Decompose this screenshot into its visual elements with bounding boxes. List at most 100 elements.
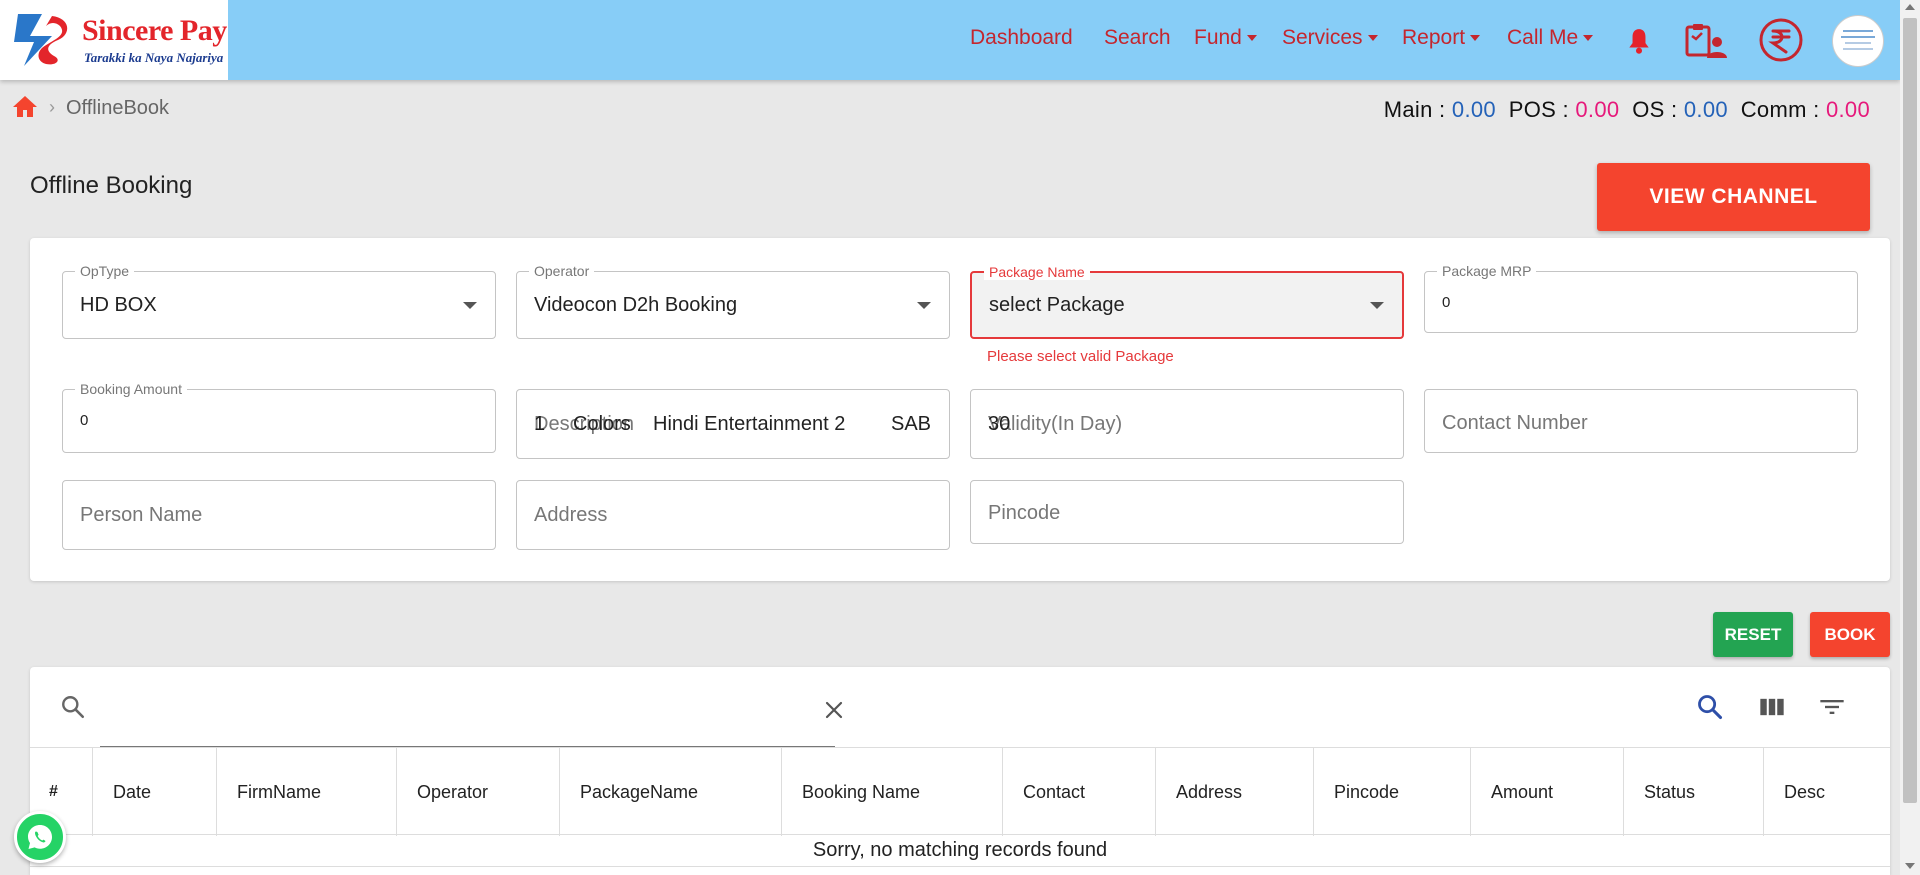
top-navbar: Sincere Pay Tarakki ka Naya Najariya Das… bbox=[0, 0, 1900, 80]
contact-number-field[interactable]: Contact Number bbox=[1424, 389, 1858, 453]
chevron-down-icon bbox=[1246, 35, 1257, 42]
breadcrumb-separator: › bbox=[49, 97, 55, 117]
whatsapp-icon bbox=[28, 825, 52, 849]
close-icon[interactable] bbox=[822, 698, 846, 722]
package-name-label: Package Name bbox=[984, 264, 1090, 280]
view-columns-icon[interactable] bbox=[1758, 693, 1786, 721]
booking-amount-value: 0 bbox=[80, 412, 89, 429]
nav-services[interactable]: Services bbox=[1282, 26, 1378, 50]
contact-number-placeholder: Contact Number bbox=[1442, 412, 1588, 434]
package-mrp-value: 0 bbox=[1442, 294, 1451, 311]
home-icon[interactable] bbox=[12, 94, 38, 118]
pos-balance-label: POS : bbox=[1508, 97, 1569, 122]
nav-fund-label: Fund bbox=[1194, 26, 1242, 49]
os-balance-value: 0.00 bbox=[1683, 97, 1728, 122]
optype-label: OpType bbox=[75, 263, 135, 279]
column-header-amount[interactable]: Amount bbox=[1471, 748, 1624, 836]
chevron-down-icon bbox=[1470, 35, 1481, 42]
booking-form-card: OpType HD BOX Operator Videocon D2h Book… bbox=[30, 238, 1890, 581]
scroll-up-arrow-icon[interactable] bbox=[1905, 4, 1915, 10]
rupee-icon[interactable] bbox=[1758, 17, 1804, 63]
operator-label: Operator bbox=[529, 263, 595, 279]
brand-logo[interactable]: Sincere Pay Tarakki ka Naya Najariya bbox=[0, 0, 228, 80]
operator-select[interactable]: Operator Videocon D2h Booking bbox=[516, 263, 950, 339]
nav-services-label: Services bbox=[1282, 26, 1363, 49]
validity-overlay-value: 30 bbox=[988, 413, 1011, 435]
address-placeholder: Address bbox=[534, 504, 608, 526]
breadcrumb-current: OfflineBook bbox=[66, 97, 170, 119]
sincere-pay-logo-icon bbox=[14, 14, 68, 66]
booking-amount-field[interactable]: Booking Amount 0 bbox=[62, 381, 496, 453]
booking-amount-label: Booking Amount bbox=[75, 381, 187, 397]
pincode-field[interactable]: Pincode bbox=[970, 480, 1404, 544]
main-balance-label: Main : bbox=[1383, 97, 1446, 122]
dropdown-arrow-icon bbox=[1370, 302, 1384, 309]
chevron-down-icon bbox=[1367, 35, 1378, 42]
column-header-pincode[interactable]: Pincode bbox=[1314, 748, 1471, 836]
description-overlay-genre: Hindi Entertainment 2 bbox=[653, 413, 846, 435]
package-name-value: select Package bbox=[989, 294, 1125, 316]
optype-value: HD BOX bbox=[80, 294, 157, 316]
whatsapp-button[interactable] bbox=[14, 811, 66, 863]
pincode-placeholder: Pincode bbox=[988, 502, 1061, 524]
search-icon[interactable] bbox=[1696, 693, 1724, 721]
book-button[interactable]: BOOK bbox=[1810, 612, 1890, 657]
column-header-operator[interactable]: Operator bbox=[397, 748, 560, 836]
page-title: Offline Booking bbox=[30, 172, 193, 199]
empty-table-message: Sorry, no matching records found bbox=[30, 835, 1890, 867]
column-header-desc[interactable]: Desc bbox=[1764, 748, 1890, 836]
nav-report-label: Report bbox=[1402, 26, 1466, 49]
column-header-contact[interactable]: Contact bbox=[1003, 748, 1156, 836]
main-balance-value: 0.00 bbox=[1451, 97, 1496, 122]
description-overlay-extra: SAB bbox=[891, 413, 932, 435]
dropdown-arrow-icon bbox=[917, 302, 931, 309]
bell-icon[interactable] bbox=[1626, 27, 1652, 55]
bookings-table-panel: # Date FirmName Operator PackageName Boo… bbox=[30, 667, 1890, 875]
column-header-status[interactable]: Status bbox=[1624, 748, 1764, 836]
nav-call-me-label: Call Me bbox=[1507, 26, 1579, 49]
os-balance-label: OS : bbox=[1632, 97, 1678, 122]
table-header-row: # Date FirmName Operator PackageName Boo… bbox=[30, 747, 1890, 836]
chevron-down-icon bbox=[1583, 35, 1594, 42]
filter-list-icon[interactable] bbox=[1818, 693, 1846, 721]
scroll-down-arrow-icon[interactable] bbox=[1905, 863, 1915, 869]
clipboard-user-icon[interactable] bbox=[1684, 22, 1730, 60]
comm-balance-value: 0.00 bbox=[1825, 97, 1870, 122]
operator-value: Videocon D2h Booking bbox=[534, 294, 738, 316]
column-header-firmname[interactable]: FirmName bbox=[217, 748, 397, 836]
person-name-placeholder: Person Name bbox=[80, 504, 203, 526]
address-field[interactable]: Address bbox=[516, 480, 950, 550]
validity-field[interactable]: Validity(In Day) 30 bbox=[970, 389, 1404, 459]
person-name-field[interactable]: Person Name bbox=[62, 480, 496, 550]
table-search-input[interactable] bbox=[100, 713, 835, 747]
reset-button[interactable]: RESET bbox=[1713, 612, 1793, 657]
dropdown-arrow-icon bbox=[463, 302, 477, 309]
pos-balance-value: 0.00 bbox=[1575, 97, 1620, 122]
package-name-select[interactable]: Package Name select Package bbox=[970, 264, 1404, 339]
search-icon bbox=[62, 696, 85, 719]
package-mrp-field[interactable]: Package MRP 0 bbox=[1424, 263, 1858, 333]
nav-dashboard[interactable]: Dashboard bbox=[970, 26, 1073, 50]
avatar-image-icon bbox=[1841, 30, 1875, 50]
nav-search[interactable]: Search bbox=[1104, 26, 1171, 50]
nav-fund[interactable]: Fund bbox=[1194, 26, 1257, 50]
column-header-packagename[interactable]: PackageName bbox=[560, 748, 782, 836]
package-error-message: Please select valid Package bbox=[987, 348, 1174, 365]
optype-select[interactable]: OpType HD BOX bbox=[62, 263, 496, 339]
wallet-balances: Main : 0.00 POS : 0.00 OS : 0.00 Comm : … bbox=[1384, 97, 1870, 123]
brand-name: Sincere Pay bbox=[82, 14, 227, 47]
nav-call-me[interactable]: Call Me bbox=[1507, 26, 1594, 50]
column-header-date[interactable]: Date bbox=[93, 748, 217, 836]
column-header-address[interactable]: Address bbox=[1156, 748, 1314, 836]
column-header-booking-name[interactable]: Booking Name bbox=[782, 748, 1003, 836]
description-field[interactable]: Description 1 Colors Hindi Entertainment… bbox=[516, 389, 950, 459]
description-overlay-index: 1 bbox=[534, 413, 546, 435]
description-overlay-channel: Colors bbox=[573, 413, 631, 435]
scrollbar-thumb[interactable] bbox=[1903, 18, 1917, 803]
nav-report[interactable]: Report bbox=[1402, 26, 1481, 50]
package-mrp-label: Package MRP bbox=[1437, 263, 1537, 279]
view-channel-button[interactable]: VIEW CHANNEL bbox=[1597, 163, 1870, 231]
brand-tagline: Tarakki ka Naya Najariya bbox=[84, 50, 224, 65]
comm-balance-label: Comm : bbox=[1740, 97, 1820, 122]
profile-avatar[interactable] bbox=[1832, 15, 1884, 67]
